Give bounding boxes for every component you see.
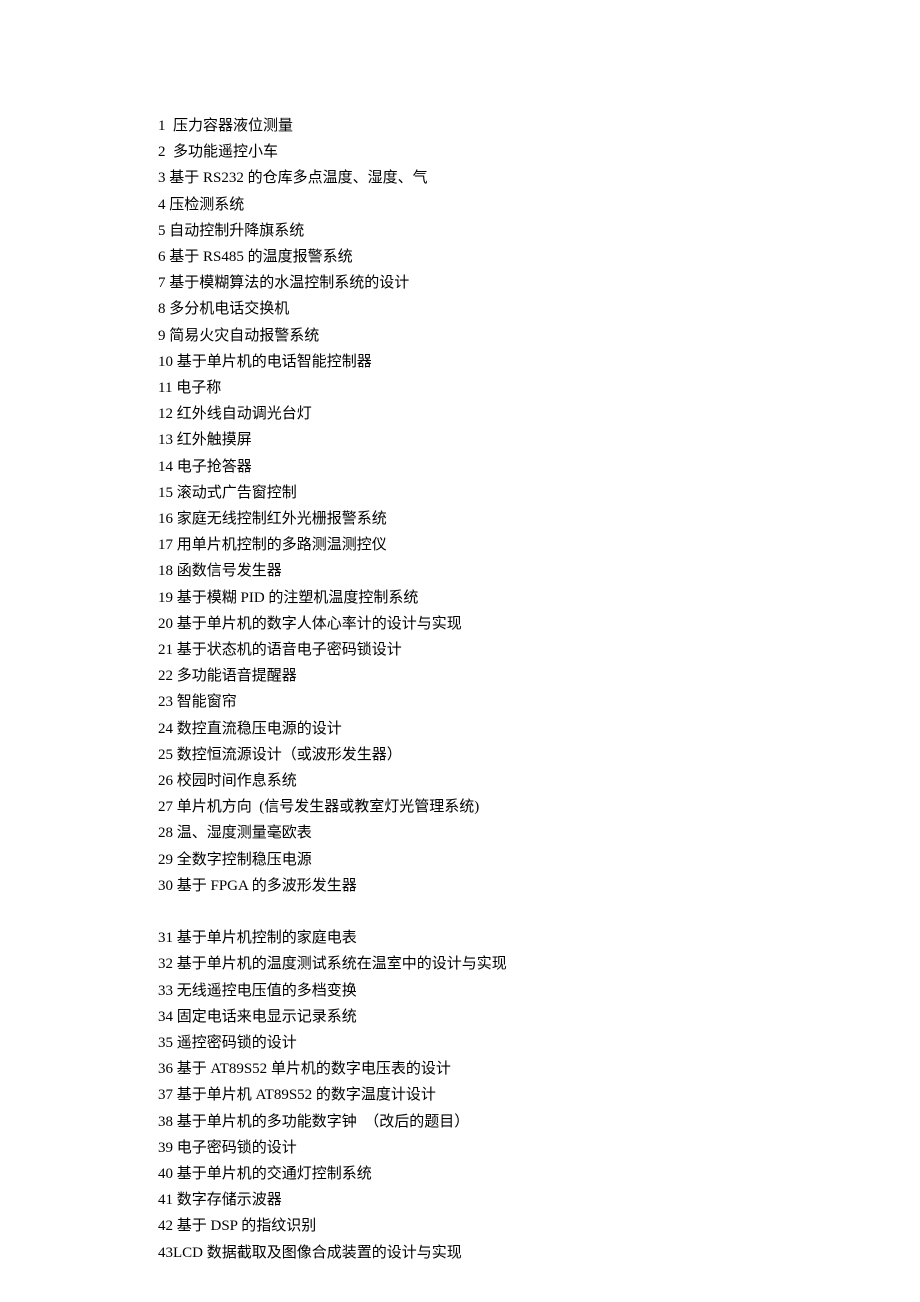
list-item: 43LCD 数据截取及图像合成装置的设计与实现: [158, 1240, 920, 1266]
list-block-2: 31 基于单片机控制的家庭电表32 基于单片机的温度测试系统在温室中的设计与实现…: [158, 925, 920, 1266]
list-item: 28 温、湿度测量毫欧表: [158, 820, 920, 846]
list-item: 10 基于单片机的电话智能控制器: [158, 349, 920, 375]
list-item: 3 基于 RS232 的仓库多点温度、湿度、气: [158, 165, 920, 191]
list-item: 24 数控直流稳压电源的设计: [158, 716, 920, 742]
list-item: 35 遥控密码锁的设计: [158, 1030, 920, 1056]
list-item: 26 校园时间作息系统: [158, 768, 920, 794]
list-block-1: 1 压力容器液位测量2 多功能遥控小车3 基于 RS232 的仓库多点温度、湿度…: [158, 113, 920, 899]
list-item: 36 基于 AT89S52 单片机的数字电压表的设计: [158, 1056, 920, 1082]
list-item: 13 红外触摸屏: [158, 427, 920, 453]
list-item: 21 基于状态机的语音电子密码锁设计: [158, 637, 920, 663]
list-item: 27 单片机方向 (信号发生器或教室灯光管理系统): [158, 794, 920, 820]
list-item: 20 基于单片机的数字人体心率计的设计与实现: [158, 611, 920, 637]
document-page: 1 压力容器液位测量2 多功能遥控小车3 基于 RS232 的仓库多点温度、湿度…: [0, 0, 920, 1266]
list-item: 9 简易火灾自动报警系统: [158, 323, 920, 349]
list-item: 15 滚动式广告窗控制: [158, 480, 920, 506]
list-item: 17 用单片机控制的多路测温测控仪: [158, 532, 920, 558]
list-item: 25 数控恒流源设计（或波形发生器）: [158, 742, 920, 768]
list-item: 14 电子抢答器: [158, 454, 920, 480]
list-item: 23 智能窗帘: [158, 689, 920, 715]
list-item: 7 基于模糊算法的水温控制系统的设计: [158, 270, 920, 296]
list-item: 4 压检测系统: [158, 192, 920, 218]
list-item: 40 基于单片机的交通灯控制系统: [158, 1161, 920, 1187]
list-item: 30 基于 FPGA 的多波形发生器: [158, 873, 920, 899]
list-item: 31 基于单片机控制的家庭电表: [158, 925, 920, 951]
list-item: 19 基于模糊 PID 的注塑机温度控制系统: [158, 585, 920, 611]
list-item: 6 基于 RS485 的温度报警系统: [158, 244, 920, 270]
list-item: 11 电子称: [158, 375, 920, 401]
list-item: 37 基于单片机 AT89S52 的数字温度计设计: [158, 1082, 920, 1108]
list-item: 16 家庭无线控制红外光栅报警系统: [158, 506, 920, 532]
list-item: 22 多功能语音提醒器: [158, 663, 920, 689]
list-item: 29 全数字控制稳压电源: [158, 847, 920, 873]
list-item: 18 函数信号发生器: [158, 558, 920, 584]
list-item: 8 多分机电话交换机: [158, 296, 920, 322]
list-item: 1 压力容器液位测量: [158, 113, 920, 139]
list-item: 2 多功能遥控小车: [158, 139, 920, 165]
list-item: 39 电子密码锁的设计: [158, 1135, 920, 1161]
list-item: 5 自动控制升降旗系统: [158, 218, 920, 244]
list-item: 33 无线遥控电压值的多档变换: [158, 978, 920, 1004]
list-item: 41 数字存储示波器: [158, 1187, 920, 1213]
blank-line: [158, 899, 920, 925]
list-item: 34 固定电话来电显示记录系统: [158, 1004, 920, 1030]
list-item: 38 基于单片机的多功能数字钟 （改后的题目）: [158, 1109, 920, 1135]
list-item: 32 基于单片机的温度测试系统在温室中的设计与实现: [158, 951, 920, 977]
list-item: 12 红外线自动调光台灯: [158, 401, 920, 427]
list-item: 42 基于 DSP 的指纹识别: [158, 1213, 920, 1239]
